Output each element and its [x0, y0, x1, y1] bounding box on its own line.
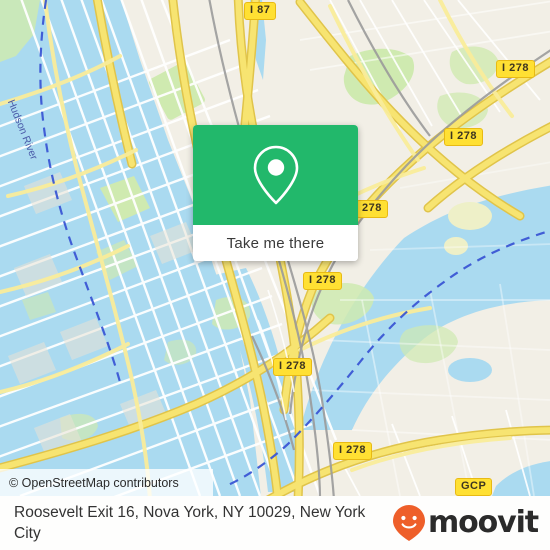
moovit-logo[interactable]: moovit: [392, 504, 539, 542]
place-card-header: [193, 125, 358, 225]
moovit-map-screenshot: Hudson River I 87 I 278 I 278 278 I 278 …: [0, 0, 550, 550]
map-attribution[interactable]: © OpenStreetMap contributors: [0, 469, 213, 496]
take-me-there-button[interactable]: Take me there: [193, 225, 358, 261]
attribution-text: © OpenStreetMap contributors: [9, 475, 179, 490]
place-card[interactable]: Take me there: [193, 125, 358, 261]
road-shield-i278-east: I 278: [444, 128, 483, 146]
road-shield-i87-north: I 87: [244, 2, 277, 20]
road-shield-i278-southeast: I 278: [333, 442, 372, 460]
map-pin-icon: [253, 145, 298, 205]
take-me-there-label: Take me there: [226, 234, 325, 252]
footer-bar: Roosevelt Exit 16, Nova York, NY 10029, …: [0, 496, 550, 550]
road-shield-gcp: GCP: [455, 478, 493, 496]
road-shield-i278-south: I 278: [273, 358, 312, 376]
map-canvas[interactable]: Hudson River I 87 I 278 I 278 278 I 278 …: [0, 0, 550, 496]
road-shield-i278-center: I 278: [303, 272, 342, 290]
address-text: Roosevelt Exit 16, Nova York, NY 10029, …: [14, 504, 366, 542]
moovit-pin-smiley-icon: [392, 505, 425, 541]
road-shield-i278-behind-card: 278: [356, 200, 388, 218]
road-shield-i278-ne: I 278: [496, 60, 535, 78]
moovit-wordmark: moovit: [427, 505, 539, 540]
